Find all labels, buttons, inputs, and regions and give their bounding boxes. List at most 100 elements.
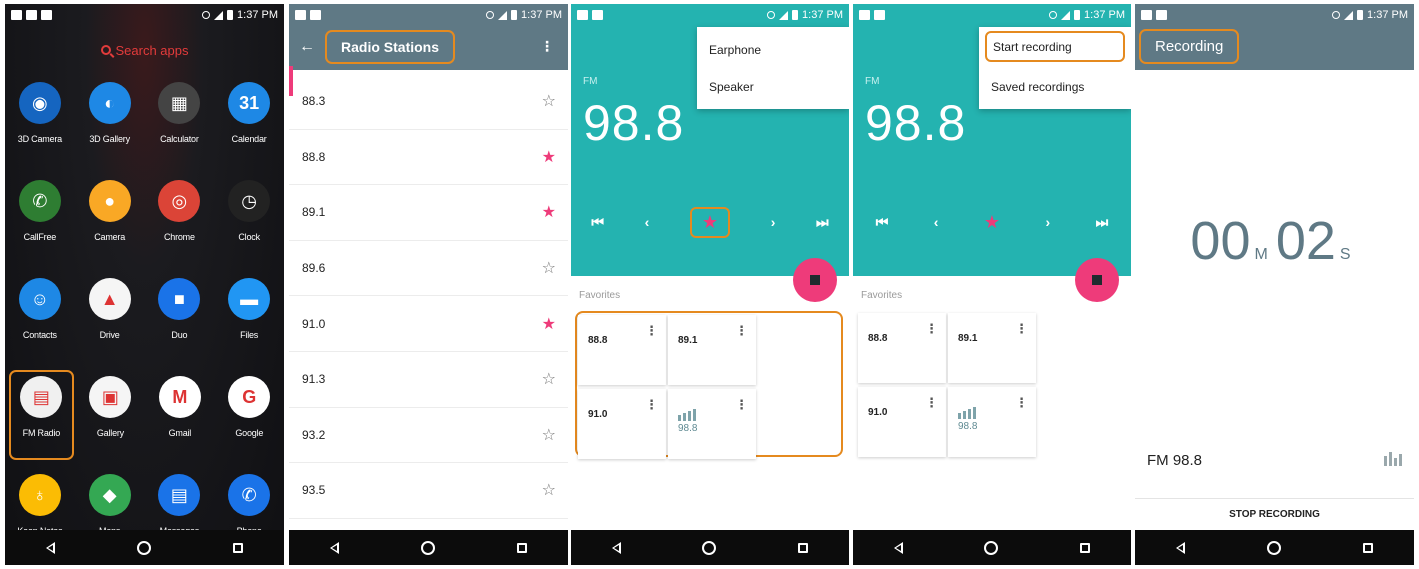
favorite-card[interactable]: 88.8 ⋮ — [578, 315, 666, 385]
star-outline-icon[interactable]: ☆ — [542, 91, 556, 111]
more-options-icon[interactable]: ⋮ — [925, 395, 938, 411]
back-icon[interactable] — [330, 541, 339, 554]
search-apps-label: Search apps — [115, 42, 189, 58]
station-row[interactable]: 89.6 ☆ — [289, 241, 568, 297]
now-playing-card[interactable]: 98.8 ⋮ — [668, 389, 756, 459]
station-row[interactable]: 88.8 ★ — [289, 130, 568, 186]
skip-next-icon[interactable]: ⏭ — [1096, 214, 1109, 231]
recents-icon[interactable] — [1363, 542, 1373, 553]
home-icon[interactable] — [1267, 540, 1281, 555]
favorite-frequency: 91.0 — [868, 407, 888, 418]
favorite-card[interactable]: 89.1 ⋮ — [948, 313, 1036, 383]
more-options-icon[interactable]: ⋮ — [1015, 395, 1028, 411]
app-google[interactable]: G Google — [215, 376, 284, 474]
star-outline-icon[interactable]: ☆ — [542, 425, 556, 445]
star-outline-icon[interactable]: ☆ — [542, 480, 556, 500]
seek-previous-icon[interactable]: ‹ — [645, 214, 650, 230]
app-callfree[interactable]: ✆ CallFree — [5, 180, 75, 278]
skip-previous-icon[interactable]: ⏮ — [876, 214, 889, 231]
home-icon[interactable] — [984, 540, 999, 555]
station-row[interactable]: 91.3 ☆ — [289, 352, 568, 408]
home-icon[interactable] — [702, 540, 717, 555]
recording-screen: 1:37 PM Recording 00 M 02 S FM 98.8 STOP RE… — [1135, 4, 1414, 565]
stop-recording-button[interactable]: STOP RECORDING — [1135, 498, 1414, 530]
more-options-icon[interactable]: ⋮ — [925, 321, 938, 337]
app-files[interactable]: ▬ Files — [214, 278, 284, 376]
more-options-icon[interactable]: ⋮ — [1015, 321, 1028, 337]
star-filled-icon[interactable]: ★ — [542, 314, 556, 334]
app-gmail[interactable]: M Gmail — [145, 376, 214, 474]
favorite-card[interactable]: 88.8 ⋮ — [858, 313, 946, 383]
menu-item-speaker[interactable]: Speaker — [697, 68, 849, 105]
back-icon[interactable] — [1176, 541, 1185, 554]
stop-button[interactable] — [1075, 258, 1119, 302]
app-label: Duo — [171, 330, 188, 340]
overflow-menu: Start recording Saved recordings — [979, 27, 1131, 109]
recents-icon[interactable] — [233, 542, 243, 553]
back-arrow-icon[interactable]: ← — [289, 38, 325, 64]
now-playing-card[interactable]: 98.8 ⋮ — [948, 387, 1036, 457]
star-filled-icon[interactable]: ★ — [542, 147, 556, 167]
back-icon[interactable] — [611, 541, 621, 554]
recents-icon[interactable] — [517, 542, 527, 553]
app-gallery[interactable]: ▣ Gallery — [76, 376, 145, 474]
app-drive[interactable]: ▲ Drive — [75, 278, 145, 376]
messages-icon: ▤ — [158, 474, 201, 516]
recording-timer: 00 M 02 S — [1135, 210, 1414, 272]
menu-item-start-recording[interactable]: Start recording — [985, 31, 1125, 62]
station-frequency: 89.1 — [302, 205, 326, 220]
app-chrome[interactable]: ◎ Chrome — [145, 180, 215, 278]
station-row[interactable]: 93.5 ☆ — [289, 463, 568, 519]
skip-next-icon[interactable]: ⏭ — [816, 214, 829, 231]
favorite-card[interactable]: 89.1 ⋮ — [668, 315, 756, 385]
skip-previous-icon[interactable]: ⏮ — [591, 214, 604, 231]
app-fm-radio[interactable]: ▤ FM Radio — [9, 370, 74, 460]
seek-next-icon[interactable]: › — [771, 214, 776, 230]
more-options-icon[interactable]: ⋮ — [645, 397, 658, 413]
stop-button[interactable] — [793, 258, 837, 302]
home-icon[interactable] — [137, 540, 151, 555]
star-outline-icon[interactable]: ☆ — [542, 258, 556, 278]
app-3d-camera[interactable]: ◉ 3D Camera — [5, 82, 75, 180]
seek-next-icon[interactable]: › — [1046, 214, 1051, 230]
app-calculator[interactable]: ▦ Calculator — [145, 82, 215, 180]
station-row[interactable]: 93.2 ☆ — [289, 408, 568, 464]
more-options-icon[interactable]: ⋮ — [645, 323, 658, 339]
player-recording-menu-screen: 1:37 PM Start recording Saved recordings… — [853, 4, 1131, 565]
app-clock[interactable]: ◷ Clock — [214, 180, 284, 278]
recents-icon[interactable] — [1080, 542, 1091, 553]
app-contacts[interactable]: ☺ Contacts — [5, 278, 75, 376]
back-icon[interactable] — [46, 541, 55, 554]
station-frequency: 88.8 — [302, 149, 326, 164]
app-3d-gallery[interactable]: ◐ 3D Gallery — [75, 82, 145, 180]
more-options-icon[interactable]: ⋮ — [735, 323, 748, 339]
signal-icon — [1061, 10, 1071, 20]
home-icon[interactable] — [421, 540, 435, 555]
menu-item-saved-recordings[interactable]: Saved recordings — [979, 68, 1131, 105]
radio-stations-screen: 1:37 PM ← Radio Stations ⋮ 88.3 ☆ 88.8 ★ 89.… — [289, 4, 568, 565]
station-row[interactable]: 89.1 ★ — [289, 185, 568, 241]
star-outline-icon[interactable]: ☆ — [542, 369, 556, 389]
star-icon[interactable]: ★ — [984, 212, 1000, 233]
app-calendar[interactable]: 31 Calendar — [214, 82, 284, 180]
headset-icon — [202, 11, 211, 19]
star-filled-icon[interactable]: ★ — [542, 202, 556, 222]
search-apps-bar[interactable]: Search apps — [5, 26, 284, 74]
back-icon[interactable] — [893, 541, 903, 554]
menu-item-earphone[interactable]: Earphone — [697, 31, 849, 68]
favorite-card[interactable]: 91.0 ⋮ — [578, 389, 666, 459]
seek-previous-icon[interactable]: ‹ — [934, 214, 939, 230]
station-frequency: 93.5 — [302, 483, 326, 498]
app-label: 3D Camera — [17, 134, 62, 144]
more-options-icon[interactable]: ⋮ — [540, 38, 554, 64]
station-row[interactable]: 91.0 ★ — [289, 296, 568, 352]
status-time: 1:37 PM — [1084, 9, 1125, 21]
more-options-icon[interactable]: ⋮ — [735, 397, 748, 413]
recents-icon[interactable] — [798, 542, 809, 553]
favorite-toggle[interactable]: ★ — [689, 206, 731, 238]
favorite-card[interactable]: 91.0 ⋮ — [858, 387, 946, 457]
station-row[interactable]: 88.3 ☆ — [289, 74, 568, 130]
app-duo[interactable]: ■ Duo — [145, 278, 215, 376]
app-camera[interactable]: ● Camera — [75, 180, 145, 278]
search-icon — [100, 45, 111, 55]
